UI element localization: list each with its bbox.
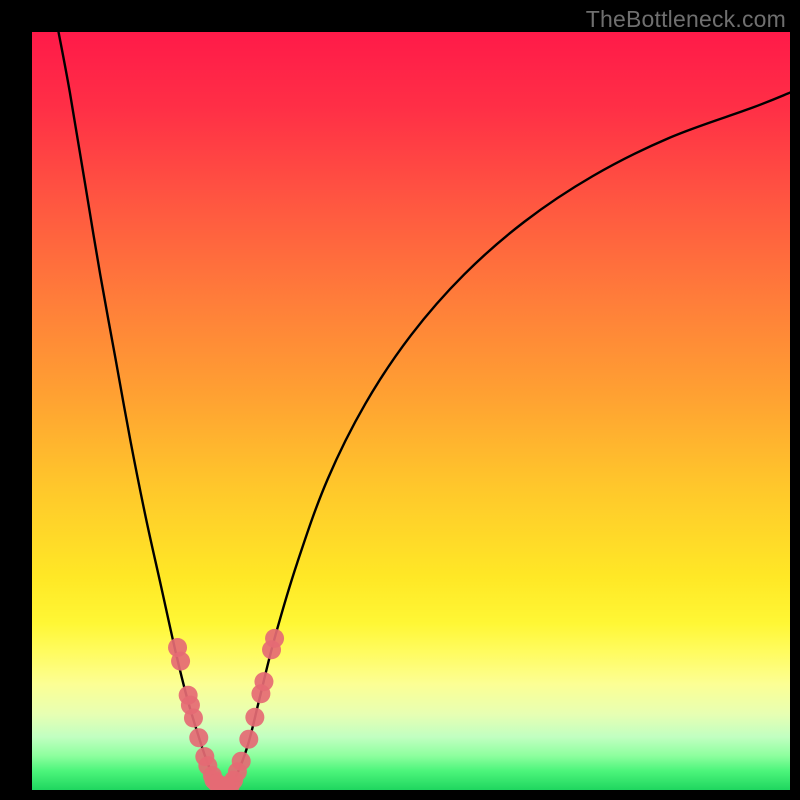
marker-dot (254, 672, 273, 691)
chart-frame: TheBottleneck.com (0, 0, 800, 800)
marker-dot (239, 730, 258, 749)
marker-dot (189, 728, 208, 747)
marker-dot (245, 708, 264, 727)
plot-area (32, 32, 790, 790)
curve-right-arm (229, 93, 790, 786)
watermark-text: TheBottleneck.com (586, 6, 786, 33)
marker-dot (171, 652, 190, 671)
curve-overlay (32, 32, 790, 790)
marker-dot (265, 629, 284, 648)
marker-dot (184, 708, 203, 727)
curve-left-arm (59, 32, 218, 785)
marker-dot (232, 752, 251, 771)
